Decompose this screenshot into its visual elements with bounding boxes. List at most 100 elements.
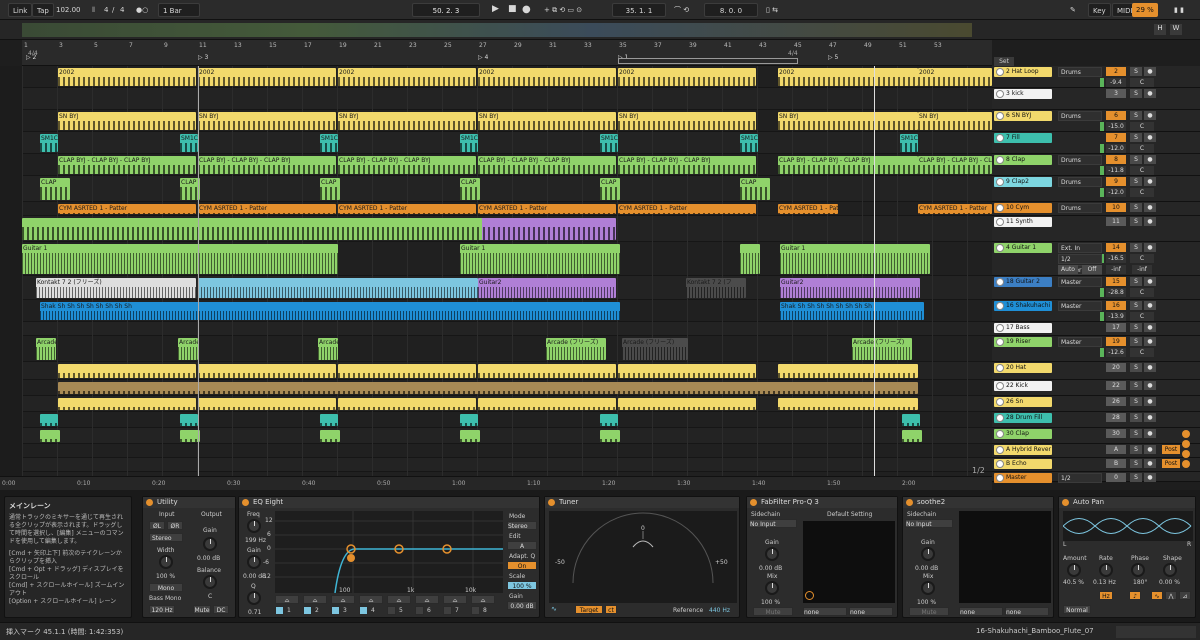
soothe-gain-knob[interactable]: [921, 547, 935, 561]
hat-clip[interactable]: 2002: [338, 68, 476, 86]
clap-clip[interactable]: CLAP BYJ - CLAP BYJ - CLAP BYJ: [918, 156, 992, 174]
soothe-none-1[interactable]: none: [959, 607, 1003, 616]
proq-handle-icon[interactable]: [805, 591, 814, 600]
band-toggle[interactable]: [415, 606, 424, 615]
utility-title-bar[interactable]: Utility: [143, 497, 235, 508]
proq-gain-knob[interactable]: [765, 547, 779, 561]
arm-button[interactable]: ●: [1144, 89, 1156, 98]
riser-clip[interactable]: Arcade (フリーズ): [852, 338, 912, 360]
clap-clip[interactable]: CLAP BYJ - CLAP BYJ - CLAP BYJ: [58, 156, 196, 174]
rate-knob[interactable]: [1099, 563, 1113, 577]
track-activator-icon[interactable]: [996, 156, 1004, 164]
track-number[interactable]: 0: [1106, 473, 1126, 482]
arm-button[interactable]: ●: [1144, 133, 1156, 142]
track-lane[interactable]: [22, 428, 992, 444]
clap2-clip[interactable]: CLAP: [740, 178, 770, 200]
track-name[interactable]: 26 Sn: [994, 397, 1052, 407]
cym-clip[interactable]: CYM ASRTED 1 - Patter: [778, 204, 838, 214]
mixer-track[interactable]: 20 Hat 20 S ●: [992, 362, 1200, 380]
hat-clip[interactable]: [478, 364, 616, 378]
proq-sidechain-select[interactable]: No Input: [749, 519, 797, 528]
balance-knob[interactable]: [203, 575, 217, 589]
track-name[interactable]: 9 Clap2: [994, 177, 1052, 187]
clap-clip[interactable]: [902, 430, 922, 442]
arm-button[interactable]: ●: [1144, 243, 1156, 252]
filter-shape-icon[interactable]: ⌓: [303, 595, 327, 604]
track-activator-icon[interactable]: [996, 446, 1004, 454]
track-activator-icon[interactable]: [996, 364, 1004, 372]
phase-right-button[interactable]: ØR: [167, 521, 183, 530]
track-activator-icon[interactable]: [996, 474, 1004, 482]
mixer-track[interactable]: Master 0 S ● 1/2: [992, 472, 1200, 483]
proq-screen[interactable]: [803, 521, 895, 603]
solo-button[interactable]: S: [1130, 177, 1142, 186]
eq-display[interactable]: [275, 511, 503, 593]
track-number[interactable]: 19: [1106, 337, 1126, 346]
pan-field[interactable]: C: [1130, 312, 1154, 321]
eq-out-gain-value[interactable]: 0.00 dB: [507, 601, 537, 610]
eq-band[interactable]: ⌓ 4: [359, 595, 385, 617]
track-input-select[interactable]: Drums: [1058, 155, 1102, 165]
track-name[interactable]: 19 Riser: [994, 337, 1052, 347]
amount-knob[interactable]: [1067, 563, 1081, 577]
solo-button[interactable]: S: [1130, 203, 1142, 212]
eq-q-knob[interactable]: [247, 591, 261, 605]
track-number[interactable]: 6: [1106, 111, 1126, 120]
sn-clip[interactable]: [58, 398, 196, 410]
solo-button[interactable]: S: [1130, 277, 1142, 286]
power-icon[interactable]: [242, 499, 249, 506]
kick-clip[interactable]: [58, 382, 918, 394]
track-number[interactable]: 22: [1106, 381, 1126, 390]
mixer-track[interactable]: 19 Riser Master 19 S ● -12.6 C: [992, 336, 1200, 362]
solo-button[interactable]: S: [1130, 67, 1142, 76]
clap2-clip[interactable]: CLAP: [460, 178, 480, 200]
arm-button[interactable]: ●: [1144, 337, 1156, 346]
track-number[interactable]: A: [1106, 445, 1126, 454]
auto-pan-device[interactable]: Auto Pan L R Amount 40.5 % Rate 0.13 Hz …: [1058, 496, 1196, 618]
solo-button[interactable]: S: [1130, 217, 1142, 226]
track-name[interactable]: 20 Hat: [994, 363, 1052, 373]
width-knob[interactable]: [159, 555, 173, 569]
hat-clip[interactable]: 2002: [778, 68, 918, 86]
mixer-track[interactable]: 28 Drum Fill 28 S ●: [992, 412, 1200, 428]
track-name[interactable]: Master: [994, 473, 1052, 483]
loop-start-field[interactable]: 35. 1. 1: [612, 3, 666, 17]
snare-clip[interactable]: SN BYJ: [778, 112, 918, 130]
pan-field[interactable]: C: [1130, 254, 1154, 263]
band-toggle[interactable]: [303, 606, 312, 615]
arm-button[interactable]: ●: [1144, 177, 1156, 186]
snare-clip[interactable]: SN BYJ: [338, 112, 476, 130]
mixer-track[interactable]: 30 Clap 30 S ●: [992, 428, 1200, 444]
link-button[interactable]: Link: [8, 3, 33, 17]
pro-q-device[interactable]: FabFilter Pro-Q 3 Sidechain No Input Def…: [746, 496, 898, 618]
power-icon[interactable]: [1062, 499, 1069, 506]
arm-button[interactable]: ●: [1144, 111, 1156, 120]
mixer-track[interactable]: 26 Sn 26 S ●: [992, 396, 1200, 412]
soothe2-device[interactable]: soothe2 Sidechain No Input Gain 0.00 dB …: [902, 496, 1054, 618]
clap-clip[interactable]: [600, 430, 620, 442]
track-activator-icon[interactable]: [996, 460, 1004, 468]
track-number[interactable]: 14: [1106, 243, 1126, 252]
volume-field[interactable]: -12.6: [1106, 348, 1126, 357]
track-name[interactable]: A Hybrid Rever: [994, 445, 1052, 455]
track-input-select[interactable]: Drums: [1058, 203, 1102, 213]
riser-clip[interactable]: Arcade: [178, 338, 198, 360]
view-toggle-icon[interactable]: [1182, 440, 1190, 448]
hide-w-button[interactable]: W: [1170, 24, 1182, 35]
track-number[interactable]: 20: [1106, 363, 1126, 372]
riser-clip[interactable]: Arcade: [36, 338, 56, 360]
soothe-mix-knob[interactable]: [921, 581, 935, 595]
arm-button[interactable]: ●: [1144, 445, 1156, 454]
track-number[interactable]: 17: [1106, 323, 1126, 332]
volume-field[interactable]: -16.5: [1106, 254, 1126, 263]
synth-clip[interactable]: [478, 218, 616, 240]
solo-button[interactable]: S: [1130, 473, 1142, 482]
track-activator-icon[interactable]: [996, 278, 1004, 286]
track-activator-icon[interactable]: [996, 338, 1004, 346]
track-number[interactable]: 8: [1106, 155, 1126, 164]
time-ruler[interactable]: 0:00 0:10 0:20 0:30 0:40 0:50 1:00 1:10 1:20 1:30…: [0, 476, 992, 490]
hat-clip[interactable]: 2002: [918, 68, 992, 86]
guitar1-clip[interactable]: [740, 244, 760, 274]
sn-clip[interactable]: [478, 398, 616, 410]
track-input-select[interactable]: Drums: [1058, 67, 1102, 77]
